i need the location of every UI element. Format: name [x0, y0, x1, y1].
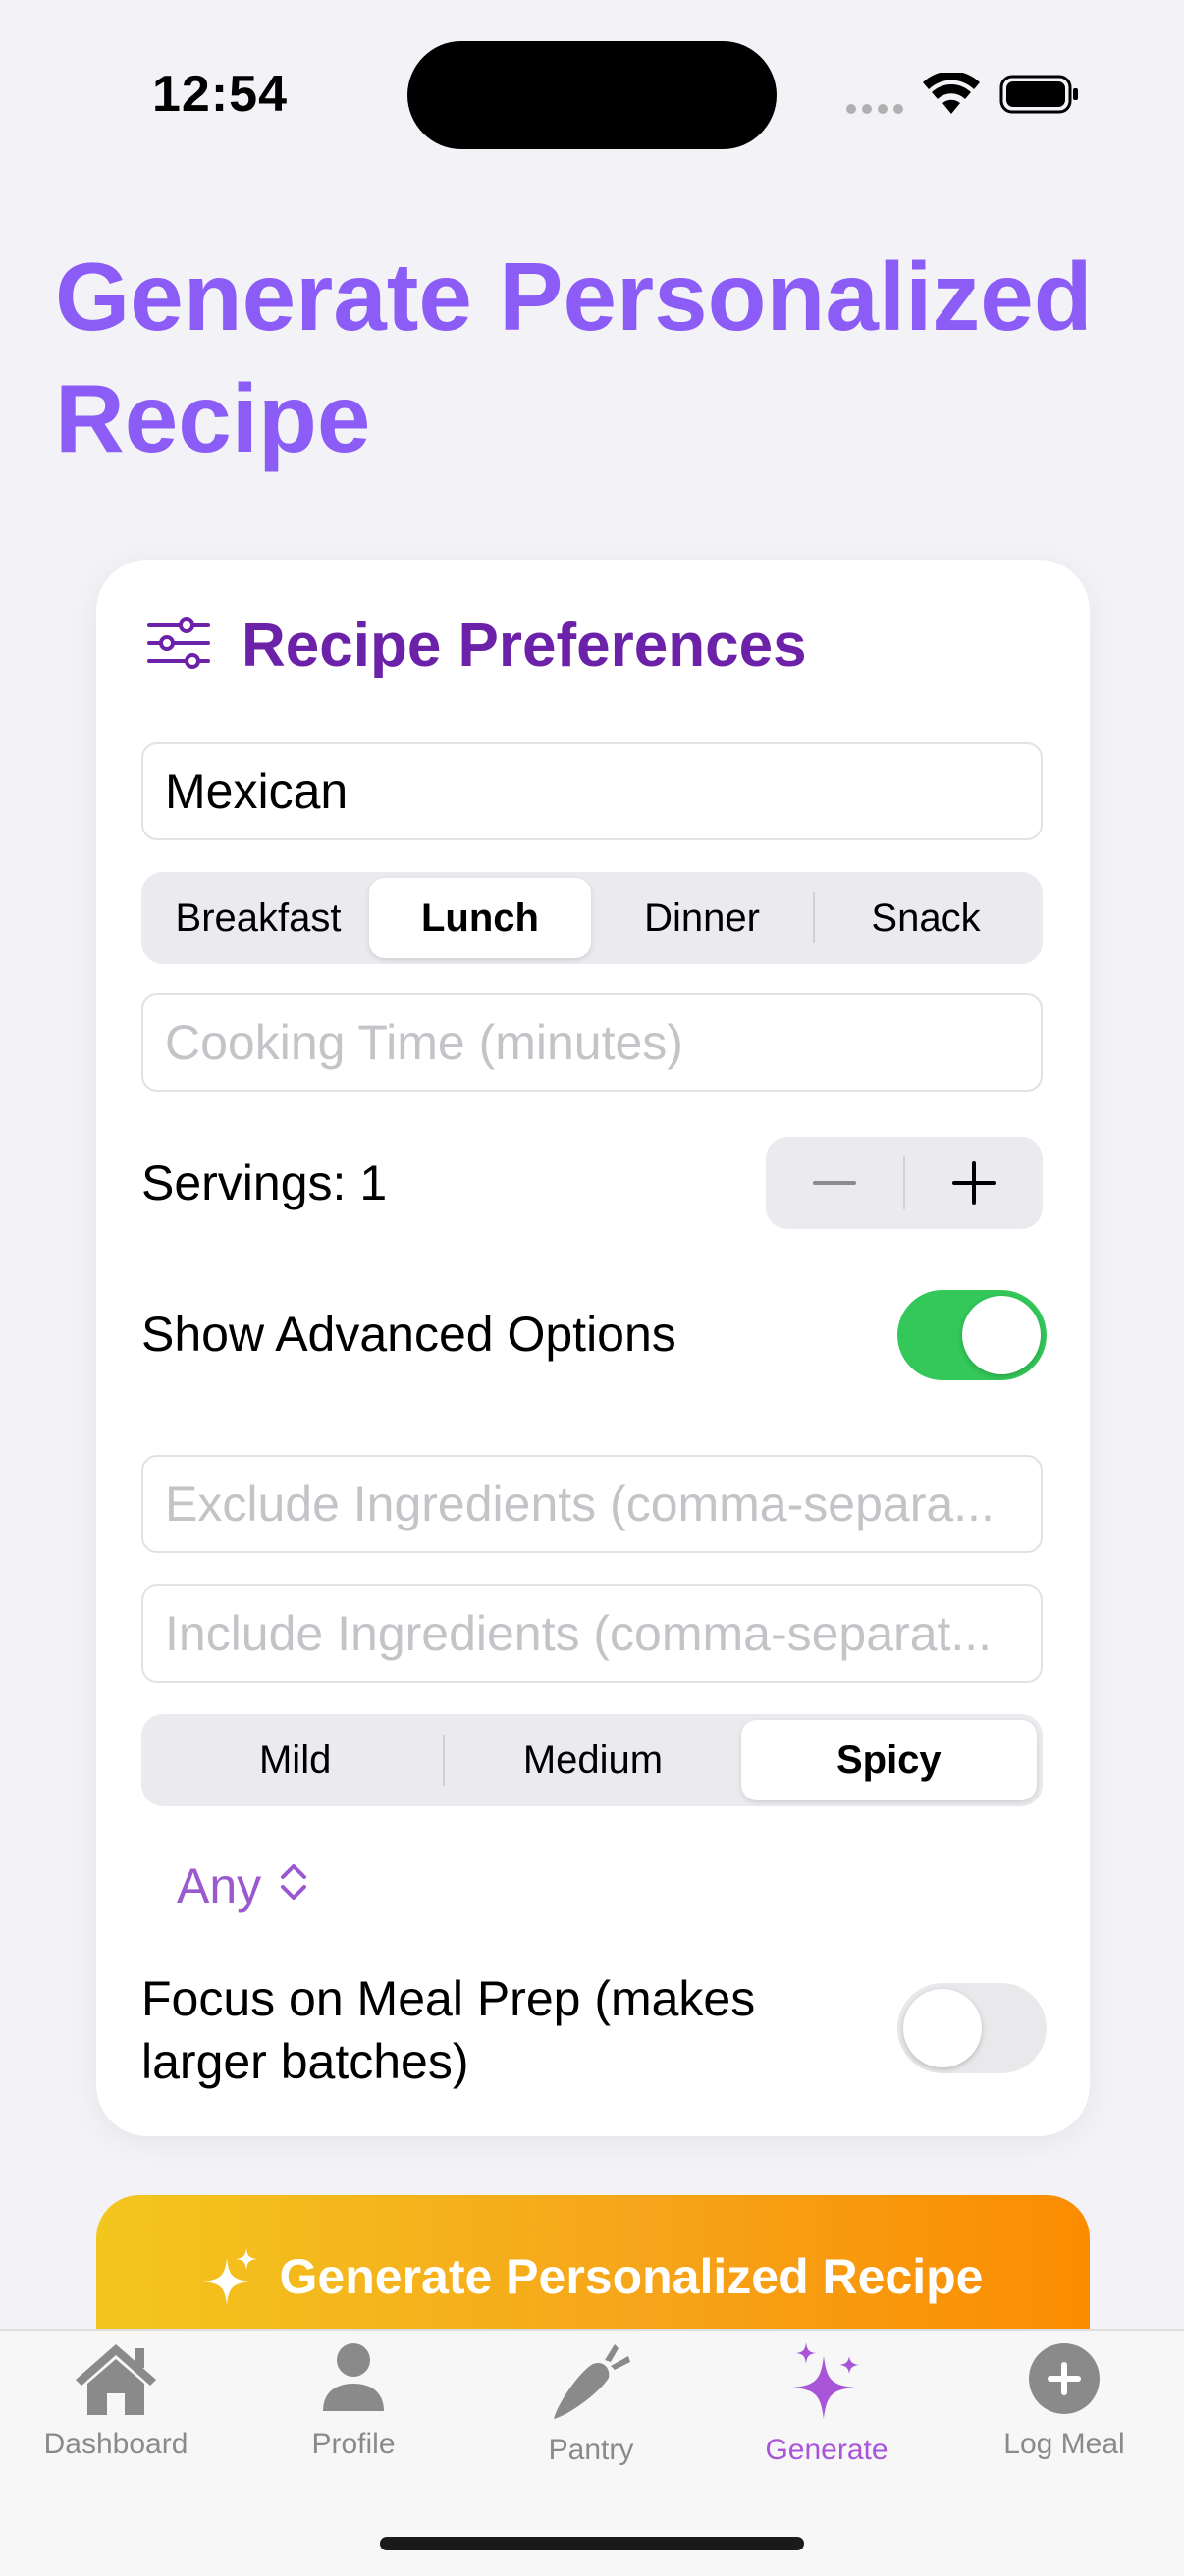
cooking-time-input[interactable]: Cooking Time (minutes): [141, 993, 1043, 1092]
advanced-options-label: Show Advanced Options: [141, 1307, 676, 1362]
carrot-icon: [550, 2342, 632, 2426]
signal-dots-icon: [846, 104, 903, 114]
tab-label: Log Meal: [1003, 2428, 1125, 2460]
card-title: Recipe Preferences: [242, 612, 807, 679]
person-icon: [317, 2342, 390, 2420]
segment-mild[interactable]: Mild: [147, 1720, 443, 1800]
meal-prep-label: Focus on Meal Prep (makes larger batches…: [141, 1967, 755, 2093]
sliders-icon: [147, 617, 210, 673]
advanced-options-toggle[interactable]: [897, 1290, 1047, 1380]
include-placeholder: Include Ingredients (comma-separat...: [165, 1606, 993, 1661]
meal-type-segmented-control[interactable]: Breakfast Lunch Dinner Snack: [141, 872, 1043, 964]
segment-snack[interactable]: Snack: [815, 878, 1037, 958]
segment-lunch[interactable]: Lunch: [369, 878, 591, 958]
tab-profile[interactable]: Profile: [236, 2342, 471, 2461]
tab-pantry[interactable]: Pantry: [473, 2342, 709, 2467]
chevron-up-down-icon: [279, 1857, 308, 1914]
home-indicator[interactable]: [380, 2537, 804, 2550]
tab-label: Generate: [765, 2434, 888, 2466]
house-icon: [74, 2342, 158, 2420]
tab-label: Profile: [311, 2428, 396, 2460]
cuisine-value: Mexican: [165, 764, 349, 819]
option-picker[interactable]: Any: [177, 1857, 308, 1914]
sparkles-icon: [202, 2248, 258, 2319]
status-time: 12:54: [152, 66, 288, 123]
tab-generate[interactable]: Generate: [709, 2342, 944, 2467]
tab-log-meal[interactable]: Log Meal: [946, 2342, 1182, 2461]
card-header: Recipe Preferences: [147, 611, 807, 680]
picker-value: Any: [177, 1858, 262, 1913]
page-title: Generate Personalized Recipe: [55, 242, 1093, 472]
dynamic-island: [407, 41, 777, 149]
plus-circle-icon: [1028, 2342, 1101, 2420]
segment-medium[interactable]: Medium: [445, 1720, 740, 1800]
meal-prep-label-line2: larger batches): [141, 2034, 469, 2089]
servings-stepper[interactable]: [766, 1137, 1043, 1229]
meal-prep-toggle[interactable]: [897, 1983, 1047, 2073]
battery-icon: [999, 75, 1080, 119]
exclude-placeholder: Exclude Ingredients (comma-separa...: [165, 1476, 995, 1531]
include-ingredients-input[interactable]: Include Ingredients (comma-separat...: [141, 1584, 1043, 1683]
wifi-icon: [923, 71, 980, 121]
spice-level-segmented-control[interactable]: Mild Medium Spicy: [141, 1714, 1043, 1806]
increment-button[interactable]: [905, 1137, 1043, 1229]
tab-label: Pantry: [548, 2434, 634, 2466]
cooking-time-placeholder: Cooking Time (minutes): [165, 1015, 683, 1070]
decrement-button[interactable]: [766, 1137, 903, 1229]
cuisine-input[interactable]: Mexican: [141, 742, 1043, 840]
segment-dinner[interactable]: Dinner: [591, 878, 813, 958]
tab-dashboard[interactable]: Dashboard: [0, 2342, 234, 2461]
sparkles-icon: [790, 2342, 863, 2426]
segment-breakfast[interactable]: Breakfast: [147, 878, 369, 958]
meal-prep-label-line1: Focus on Meal Prep (makes: [141, 1971, 756, 2026]
servings-label: Servings: 1: [141, 1155, 388, 1210]
segment-spicy[interactable]: Spicy: [740, 1720, 1037, 1800]
exclude-ingredients-input[interactable]: Exclude Ingredients (comma-separa...: [141, 1455, 1043, 1553]
generate-button-label: Generate Personalized Recipe: [279, 2249, 984, 2304]
tab-label: Dashboard: [43, 2428, 188, 2460]
